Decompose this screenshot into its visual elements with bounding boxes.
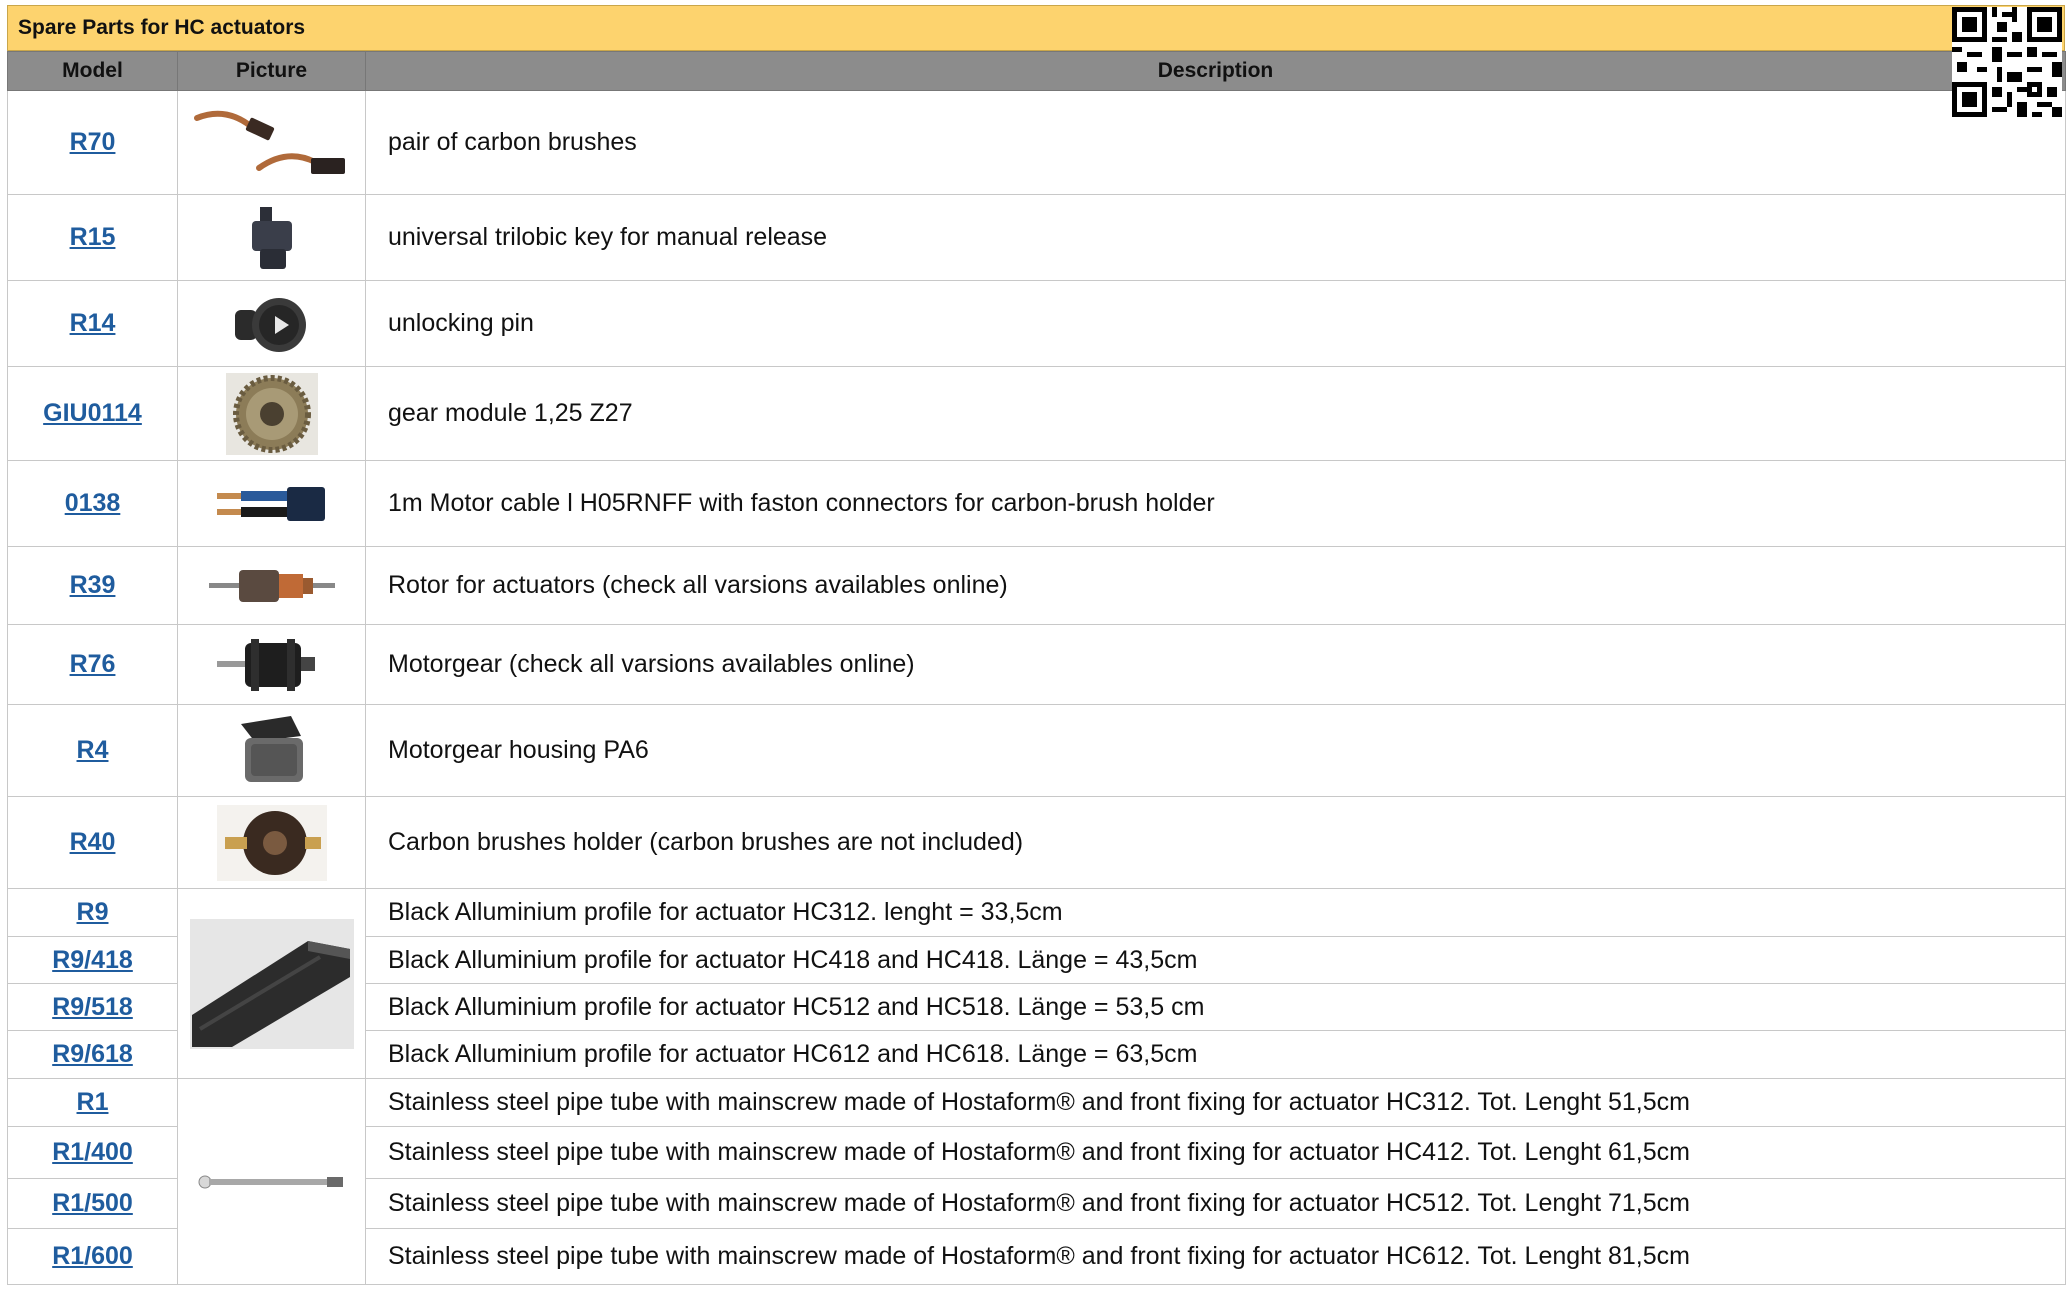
model-cell: GIU0114 <box>7 366 178 461</box>
model-link[interactable]: R14 <box>70 309 116 337</box>
model-link[interactable]: R1/500 <box>52 1189 133 1217</box>
model-link[interactable]: R4 <box>77 736 109 764</box>
unlocking-pin-image <box>234 297 306 352</box>
model-cell: R40 <box>7 796 178 889</box>
model-cell: R15 <box>7 194 178 281</box>
description-cell: pair of carbon brushes <box>365 90 2066 195</box>
model-cell: R1/500 <box>7 1178 178 1229</box>
model-cell: R9/618 <box>7 1030 178 1079</box>
model-link[interactable]: R9/518 <box>52 993 133 1021</box>
picture-cell <box>177 280 366 367</box>
description-cell: Stainless steel pipe tube with mainscrew… <box>365 1228 2066 1285</box>
model-cell: R9/518 <box>7 983 178 1031</box>
description-cell: gear module 1,25 Z27 <box>365 366 2066 461</box>
motorgear-image <box>216 638 315 691</box>
picture-cell <box>177 1078 366 1285</box>
carbon-brush-holder-image <box>216 804 327 881</box>
table-row: R14 unlocking pin <box>7 280 2066 367</box>
description-cell: 1m Motor cable l H05RNFF with faston con… <box>365 460 2066 547</box>
model-link[interactable]: R9 <box>77 898 109 926</box>
table-row: R15 universal trilobic key for manual re… <box>7 194 2066 281</box>
description-cell: Stainless steel pipe tube with mainscrew… <box>365 1178 2066 1229</box>
model-cell: R1/600 <box>7 1228 178 1285</box>
header-description: Description <box>365 51 2066 91</box>
description-cell: Stainless steel pipe tube with mainscrew… <box>365 1126 2066 1179</box>
table-row: R76 Motorgear (check all varsions availa… <box>7 624 2066 705</box>
description-cell: unlocking pin <box>365 280 2066 367</box>
model-cell: R1/400 <box>7 1126 178 1179</box>
model-cell: 0138 <box>7 460 178 547</box>
sheet-title: Spare Parts for HC actuators <box>7 5 2065 51</box>
description-cell: Stainless steel pipe tube with mainscrew… <box>365 1078 2066 1127</box>
table-row: R4 Motorgear housing PA6 <box>7 704 2066 797</box>
description-cell: Motorgear (check all varsions availables… <box>365 624 2066 705</box>
table-row: 0138 1m Motor cable l H05RNFF with fasto… <box>7 460 2066 547</box>
description-cell: Black Alluminium profile for actuator HC… <box>365 983 2066 1031</box>
description-cell: Black Alluminium profile for actuator HC… <box>365 1030 2066 1079</box>
model-link[interactable]: R1/400 <box>52 1138 133 1166</box>
picture-cell <box>177 194 366 281</box>
model-link[interactable]: R40 <box>70 828 116 856</box>
picture-cell <box>177 366 366 461</box>
model-cell: R70 <box>7 90 178 195</box>
table-header-row: Model Picture Description <box>7 51 2066 91</box>
header-picture: Picture <box>177 51 366 91</box>
description-cell: universal trilobic key for manual releas… <box>365 194 2066 281</box>
trilobic-key-image <box>251 206 292 269</box>
model-cell: R14 <box>7 280 178 367</box>
model-link[interactable]: R1/600 <box>52 1242 133 1270</box>
model-cell: R9 <box>7 888 178 937</box>
picture-cell <box>177 624 366 705</box>
gear-image <box>225 372 318 455</box>
description-cell: Carbon brushes holder (carbon brushes ar… <box>365 796 2066 889</box>
qr-code-icon <box>1952 7 2062 117</box>
table-row: R70 pair of carbon brushes <box>7 90 2066 195</box>
table-row: R40 Carbon brushes holder (carbon brushe… <box>7 796 2066 889</box>
description-cell: Motorgear housing PA6 <box>365 704 2066 797</box>
spare-parts-table: Model Picture Description R70 pair of ca… <box>7 51 2066 1285</box>
picture-cell <box>177 460 366 547</box>
motorgear-housing-image <box>240 715 303 782</box>
model-cell: R76 <box>7 624 178 705</box>
picture-cell <box>177 888 366 1079</box>
motor-cable-image <box>216 486 325 521</box>
model-link[interactable]: R70 <box>70 128 116 156</box>
picture-cell <box>177 796 366 889</box>
picture-cell <box>177 90 366 195</box>
description-cell: Black Alluminium profile for actuator HC… <box>365 888 2066 937</box>
carbon-brushes-image <box>193 110 345 174</box>
model-cell: R1 <box>7 1078 178 1127</box>
model-cell: R9/418 <box>7 936 178 984</box>
table-row: GIU0114 gear module 1,25 Z27 <box>7 366 2066 461</box>
model-link[interactable]: R9/618 <box>52 1040 133 1068</box>
picture-cell <box>177 546 366 625</box>
table-row: R1 Stainless steel pipe tube with mainsc… <box>7 1078 2066 1285</box>
aluminium-profile-image <box>189 918 354 1049</box>
model-cell: R39 <box>7 546 178 625</box>
model-link[interactable]: R15 <box>70 223 116 251</box>
model-link[interactable]: R1 <box>77 1088 109 1116</box>
model-link[interactable]: R9/418 <box>52 946 133 974</box>
model-link[interactable]: GIU0114 <box>43 399 142 427</box>
model-link[interactable]: 0138 <box>65 489 121 517</box>
spare-parts-sheet: Spare Parts for HC actuators Model Pictu… <box>7 5 2066 1285</box>
table-row: R9 Black Alluminium profile for actuator… <box>7 888 2066 1079</box>
steel-pipe-tube-image <box>198 1175 343 1188</box>
rotor-image <box>208 569 335 602</box>
description-cell: Rotor for actuators (check all varsions … <box>365 546 2066 625</box>
table-row: R39 Rotor for actuators (check all varsi… <box>7 546 2066 625</box>
model-link[interactable]: R76 <box>70 650 116 678</box>
picture-cell <box>177 704 366 797</box>
header-model: Model <box>7 51 178 91</box>
model-cell: R4 <box>7 704 178 797</box>
model-link[interactable]: R39 <box>70 571 116 599</box>
description-cell: Black Alluminium profile for actuator HC… <box>365 936 2066 984</box>
